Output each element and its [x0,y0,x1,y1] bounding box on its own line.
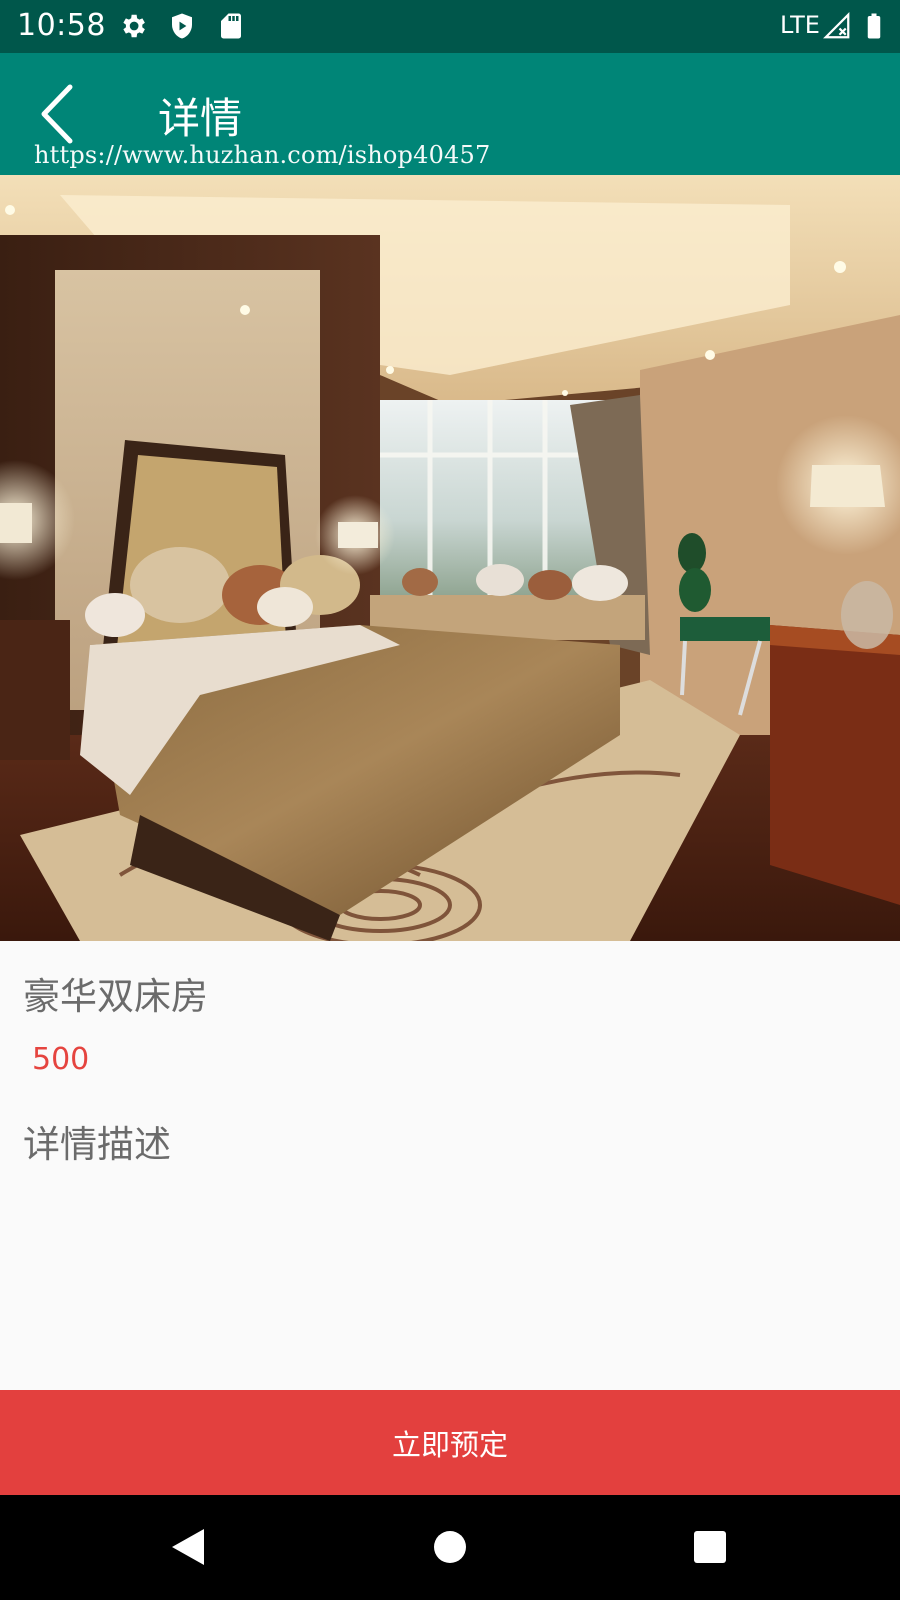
back-triangle-icon[interactable] [166,1525,210,1569]
navigation-bar [0,1495,900,1600]
network-label: LTE [780,11,820,39]
signal-icon [823,12,850,39]
room-price: 500 [32,1042,90,1077]
app-bar: 详情 https://www.huzhan.com/ishop40457 [0,53,900,175]
status-time: 10:58 [17,8,106,43]
room-photo [0,175,900,941]
home-circle-icon[interactable] [428,1525,472,1569]
status-bar: 10:58 LTE [0,0,900,53]
shield-play-icon [172,13,192,39]
watermark-url: https://www.huzhan.com/ishop40457 [34,141,491,169]
back-arrow-icon[interactable] [30,81,90,147]
page-title: 详情 [158,94,243,143]
recents-square-icon[interactable] [688,1525,732,1569]
settings-icon [123,14,145,38]
sd-card-icon [221,13,241,39]
description-title: 详情描述 [23,1123,171,1166]
book-now-button[interactable]: 立即预定 [0,1390,900,1495]
battery-icon [867,13,881,39]
room-name: 豪华双床房 [23,975,208,1018]
